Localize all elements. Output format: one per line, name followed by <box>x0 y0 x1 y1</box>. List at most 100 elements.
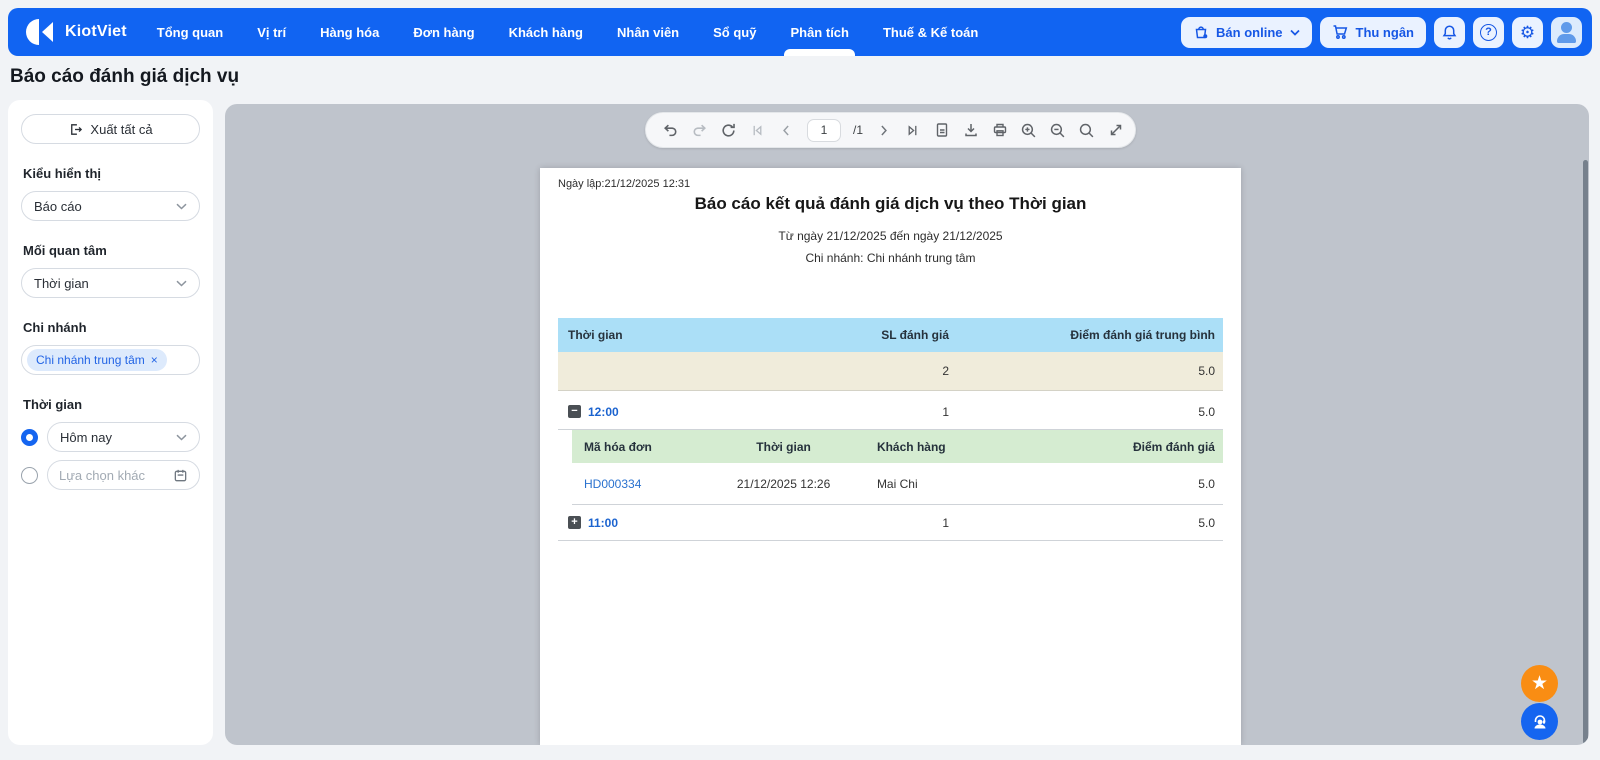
group-time-link[interactable]: 12:00 <box>588 405 619 419</box>
thu-ngan-label: Thu ngân <box>1355 24 1415 40</box>
help-button[interactable]: ? <box>1473 16 1504 48</box>
chevron-down-icon <box>176 434 187 441</box>
gear-icon: ⚙ <box>1519 22 1536 42</box>
nav-menu: Tổng quan Vị trí Hàng hóa Đơn hàng Khách… <box>157 8 978 56</box>
brand-name: KiotViet <box>65 23 127 40</box>
ban-online-button[interactable]: Bán online <box>1181 16 1312 48</box>
page-total-label: /1 <box>853 123 864 137</box>
nav-item-nhan-vien[interactable]: Nhân viên <box>617 8 679 56</box>
report-date-range: Từ ngày 21/12/2025 đến ngày 21/12/2025 <box>778 229 1003 243</box>
collapse-icon[interactable]: − <box>568 405 581 418</box>
nav-item-so-quy[interactable]: Sổ quỹ <box>713 8 756 56</box>
concern-label: Mối quan tâm <box>23 243 107 258</box>
time-custom-radio[interactable] <box>21 466 38 484</box>
export-all-label: Xuất tất cả <box>90 121 153 137</box>
col-thoi-gian: Thời gian <box>568 328 623 342</box>
col-diem-trung-binh: Điểm đánh giá trung bình <box>1070 328 1215 342</box>
branch-tag-label: Chi nhánh trung tâm <box>36 353 145 367</box>
kiotviet-logo[interactable]: KiotViet <box>26 19 127 45</box>
branch-tag: Chi nhánh trung tâm × <box>27 349 167 371</box>
branch-input[interactable]: Chi nhánh trung tâm × <box>21 345 200 375</box>
chevron-down-icon <box>176 203 187 210</box>
detail-table: Mã hóa đơn Thời gian Khách hàng Điểm đán… <box>572 430 1223 505</box>
redo-icon[interactable] <box>691 122 708 139</box>
remove-tag-icon[interactable]: × <box>151 353 158 367</box>
concern-value: Thời gian <box>34 275 89 291</box>
pdf-toolbar: /1 <box>645 112 1136 148</box>
nav-item-thue-ke-toan[interactable]: Thuế & Kế toán <box>883 8 978 56</box>
group-score: 5.0 <box>1198 404 1215 419</box>
report-title: Báo cáo kết quả đánh giá dịch vụ theo Th… <box>694 194 1087 213</box>
summary-sl: 2 <box>942 364 949 378</box>
nav-item-khach-hang[interactable]: Khách hàng <box>509 8 583 56</box>
chevron-down-icon <box>1289 29 1300 36</box>
group-sl: 1 <box>942 515 949 530</box>
next-page-icon[interactable] <box>875 122 892 139</box>
bell-icon <box>1441 24 1458 41</box>
concern-select[interactable]: Thời gian <box>21 268 200 298</box>
detail-header-row: Mã hóa đơn Thời gian Khách hàng Điểm đán… <box>572 430 1223 463</box>
time-preset-radio[interactable] <box>21 428 38 446</box>
time-filter-label: Thời gian <box>23 397 83 412</box>
nav-item-tong-quan[interactable]: Tổng quan <box>157 8 223 56</box>
display-type-label: Kiểu hiển thị <box>23 166 101 181</box>
refresh-icon[interactable] <box>720 122 737 139</box>
fullscreen-icon[interactable] <box>1107 122 1124 139</box>
group-row-12-00: − 12:00 1 5.0 <box>558 394 1223 430</box>
star-icon: ★ <box>1530 673 1549 694</box>
support-fab[interactable] <box>1521 703 1558 740</box>
cart-icon <box>1332 24 1349 40</box>
nav-item-vi-tri[interactable]: Vị trí <box>257 8 286 56</box>
kiotviet-logo-icon <box>26 19 56 45</box>
prev-page-icon[interactable] <box>778 122 795 139</box>
nav-item-hang-hoa[interactable]: Hàng hóa <box>320 8 379 56</box>
group-sl: 1 <box>942 404 949 419</box>
table-header-row: Thời gian SL đánh giá Điểm đánh giá trun… <box>558 318 1223 352</box>
detail-time: 21/12/2025 12:26 <box>736 476 831 491</box>
col-detail-thoi-gian: Thời gian <box>756 439 811 454</box>
expand-icon[interactable]: + <box>568 516 581 529</box>
col-ma-hoa-don: Mã hóa đơn <box>584 439 652 454</box>
settings-button[interactable]: ⚙ <box>1512 16 1543 48</box>
user-avatar-icon <box>1557 21 1576 43</box>
summary-row: 2 5.0 <box>558 352 1223 391</box>
rating-fab[interactable]: ★ <box>1521 665 1558 702</box>
detail-row: HD000334 21/12/2025 12:26 Mai Chi 5.0 <box>572 463 1223 505</box>
chevron-down-icon <box>176 280 187 287</box>
export-all-button[interactable]: Xuất tất cả <box>21 114 200 144</box>
undo-icon[interactable] <box>662 122 679 139</box>
support-agent-icon <box>1530 712 1550 732</box>
last-page-icon[interactable] <box>904 122 921 139</box>
zoom-out-icon[interactable] <box>1049 122 1066 139</box>
time-custom-input[interactable] <box>59 467 159 483</box>
report-table: Thời gian SL đánh giá Điểm đánh giá trun… <box>558 318 1223 541</box>
export-icon <box>68 122 83 137</box>
report-branch-line: Chi nhánh: Chi nhánh trung tâm <box>805 251 976 265</box>
download-icon[interactable] <box>962 122 979 139</box>
col-sl-danh-gia: SL đánh giá <box>881 328 949 342</box>
calendar-icon[interactable] <box>173 468 188 483</box>
first-page-icon[interactable] <box>749 122 766 139</box>
print-icon[interactable] <box>991 122 1008 139</box>
filter-sidebar: Xuất tất cả Kiểu hiển thị Báo cáo Mối qu… <box>8 100 213 745</box>
nav-actions: Bán online Thu ngân ? ⚙ <box>1181 16 1582 48</box>
report-created-at: Ngày lập:21/12/2025 12:31 <box>558 178 691 190</box>
col-khach-hang: Khách hàng <box>876 439 946 454</box>
invoice-link[interactable]: HD000334 <box>572 477 702 491</box>
display-type-select[interactable]: Báo cáo <box>21 191 200 221</box>
col-diem-danh-gia: Điểm đánh giá <box>1132 439 1215 454</box>
search-icon[interactable] <box>1078 122 1095 139</box>
group-time-link[interactable]: 11:00 <box>588 516 618 530</box>
user-avatar-button[interactable] <box>1551 16 1582 48</box>
zoom-in-icon[interactable] <box>1020 122 1037 139</box>
nav-item-phan-tich[interactable]: Phân tích <box>784 8 855 56</box>
thu-ngan-button[interactable]: Thu ngân <box>1319 16 1426 48</box>
display-type-value: Báo cáo <box>34 198 82 214</box>
notifications-button[interactable] <box>1434 16 1465 48</box>
viewer-scrollbar[interactable] <box>1583 160 1588 744</box>
detail-customer: Mai Chi <box>876 476 918 491</box>
document-icon[interactable] <box>933 122 950 139</box>
time-preset-select[interactable]: Hôm nay <box>47 422 200 452</box>
nav-item-don-hang[interactable]: Đơn hàng <box>413 8 474 56</box>
page-number-input[interactable] <box>807 118 841 142</box>
